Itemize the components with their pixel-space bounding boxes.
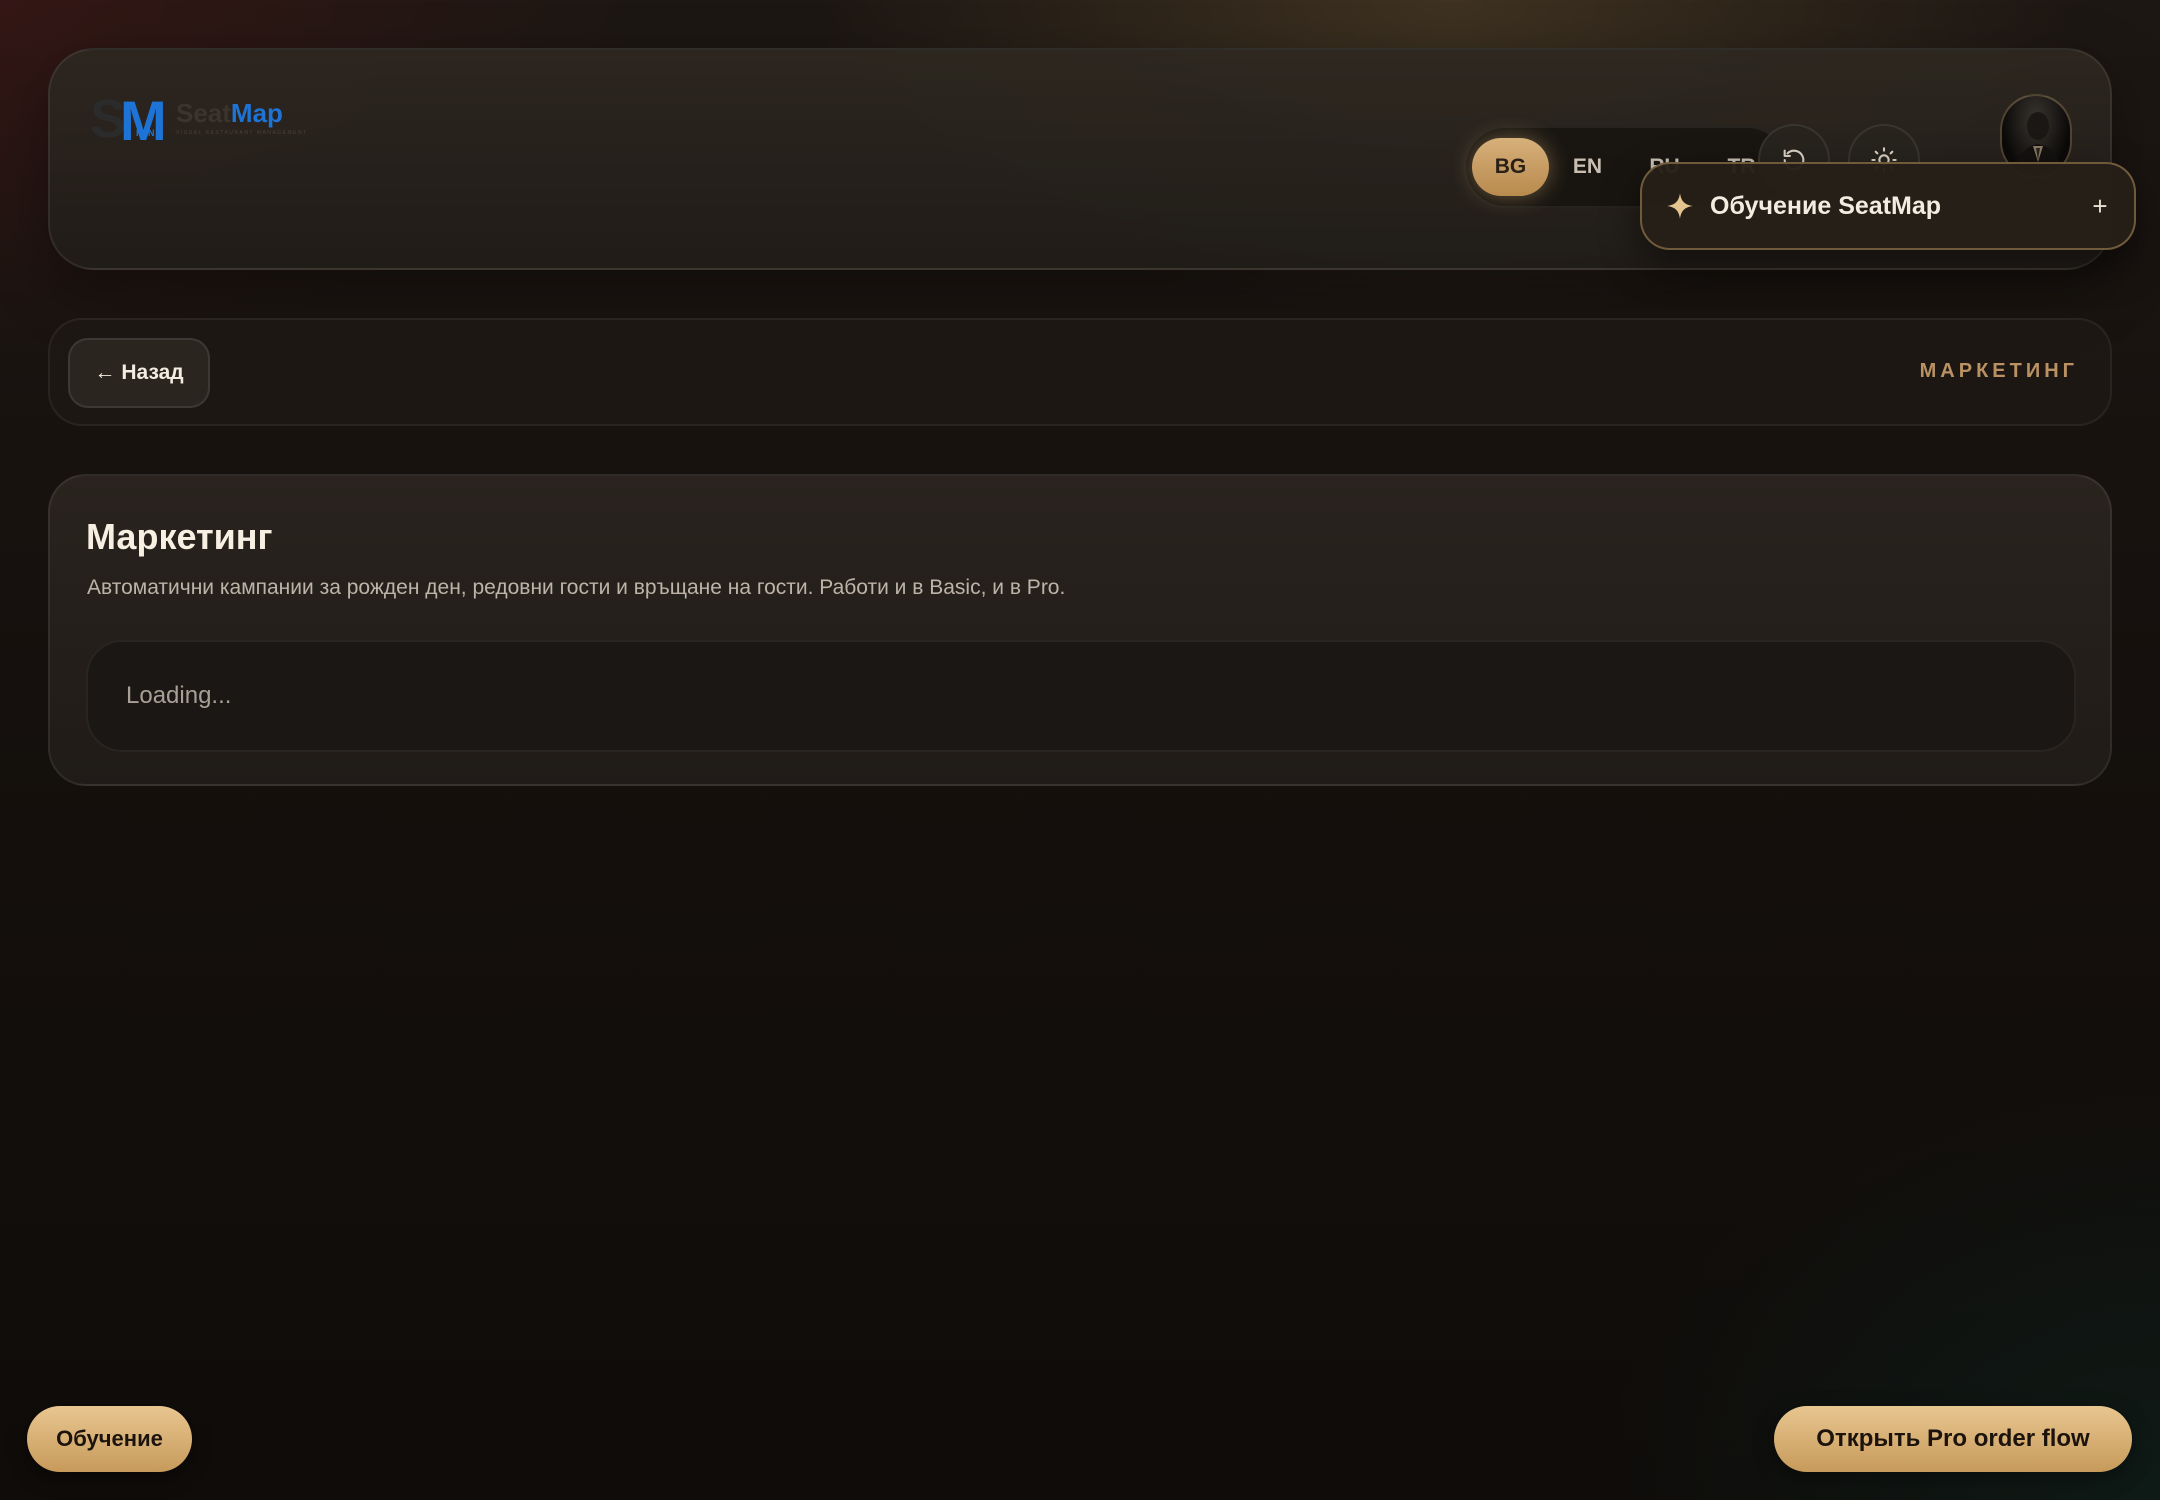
lang-bg-button[interactable]: BG <box>1472 138 1549 196</box>
logo-word-seat: Seat <box>176 98 231 128</box>
lang-en-button[interactable]: EN <box>1549 138 1626 196</box>
seatmap-logo[interactable]: SM KTN SeatMap Visual Restaurant Managem… <box>90 89 308 152</box>
page-description: Автоматични кампании за рожден ден, редо… <box>87 576 1066 599</box>
tutorial-popover-title: Обучение SeatMap <box>1710 191 1942 220</box>
section-label: МАРКЕТИНГ <box>1919 360 2078 382</box>
tutorial-popover[interactable]: Обучение SeatMap + <box>1640 162 2136 250</box>
open-pro-order-flow-button[interactable]: Открыть Pro order flow <box>1774 1406 2132 1472</box>
logo-tagline: Visual Restaurant Management <box>176 130 308 136</box>
back-button-label: Назад <box>121 361 184 384</box>
logo-mark-sub: KTN <box>136 128 155 138</box>
tutorial-button[interactable]: Обучение <box>27 1406 192 1472</box>
tutorial-expand-icon[interactable]: + <box>2088 191 2112 222</box>
back-button[interactable]: ← Назад <box>68 338 210 408</box>
logo-text: SeatMap Visual Restaurant Management <box>176 100 308 136</box>
marketing-card: Маркетинг Автоматични кампании за рожден… <box>48 474 2112 786</box>
loading-text: Loading... <box>126 682 232 709</box>
logo-word-map: Map <box>230 98 283 128</box>
page-title: Маркетинг <box>86 516 273 557</box>
sparkle-icon <box>1667 193 1693 219</box>
nav-bar: ← Назад МАРКЕТИНГ <box>48 318 2112 426</box>
loading-panel: Loading... <box>86 640 2076 752</box>
logo-mark: SM KTN <box>90 89 167 152</box>
arrow-left-icon: ← <box>94 361 116 384</box>
